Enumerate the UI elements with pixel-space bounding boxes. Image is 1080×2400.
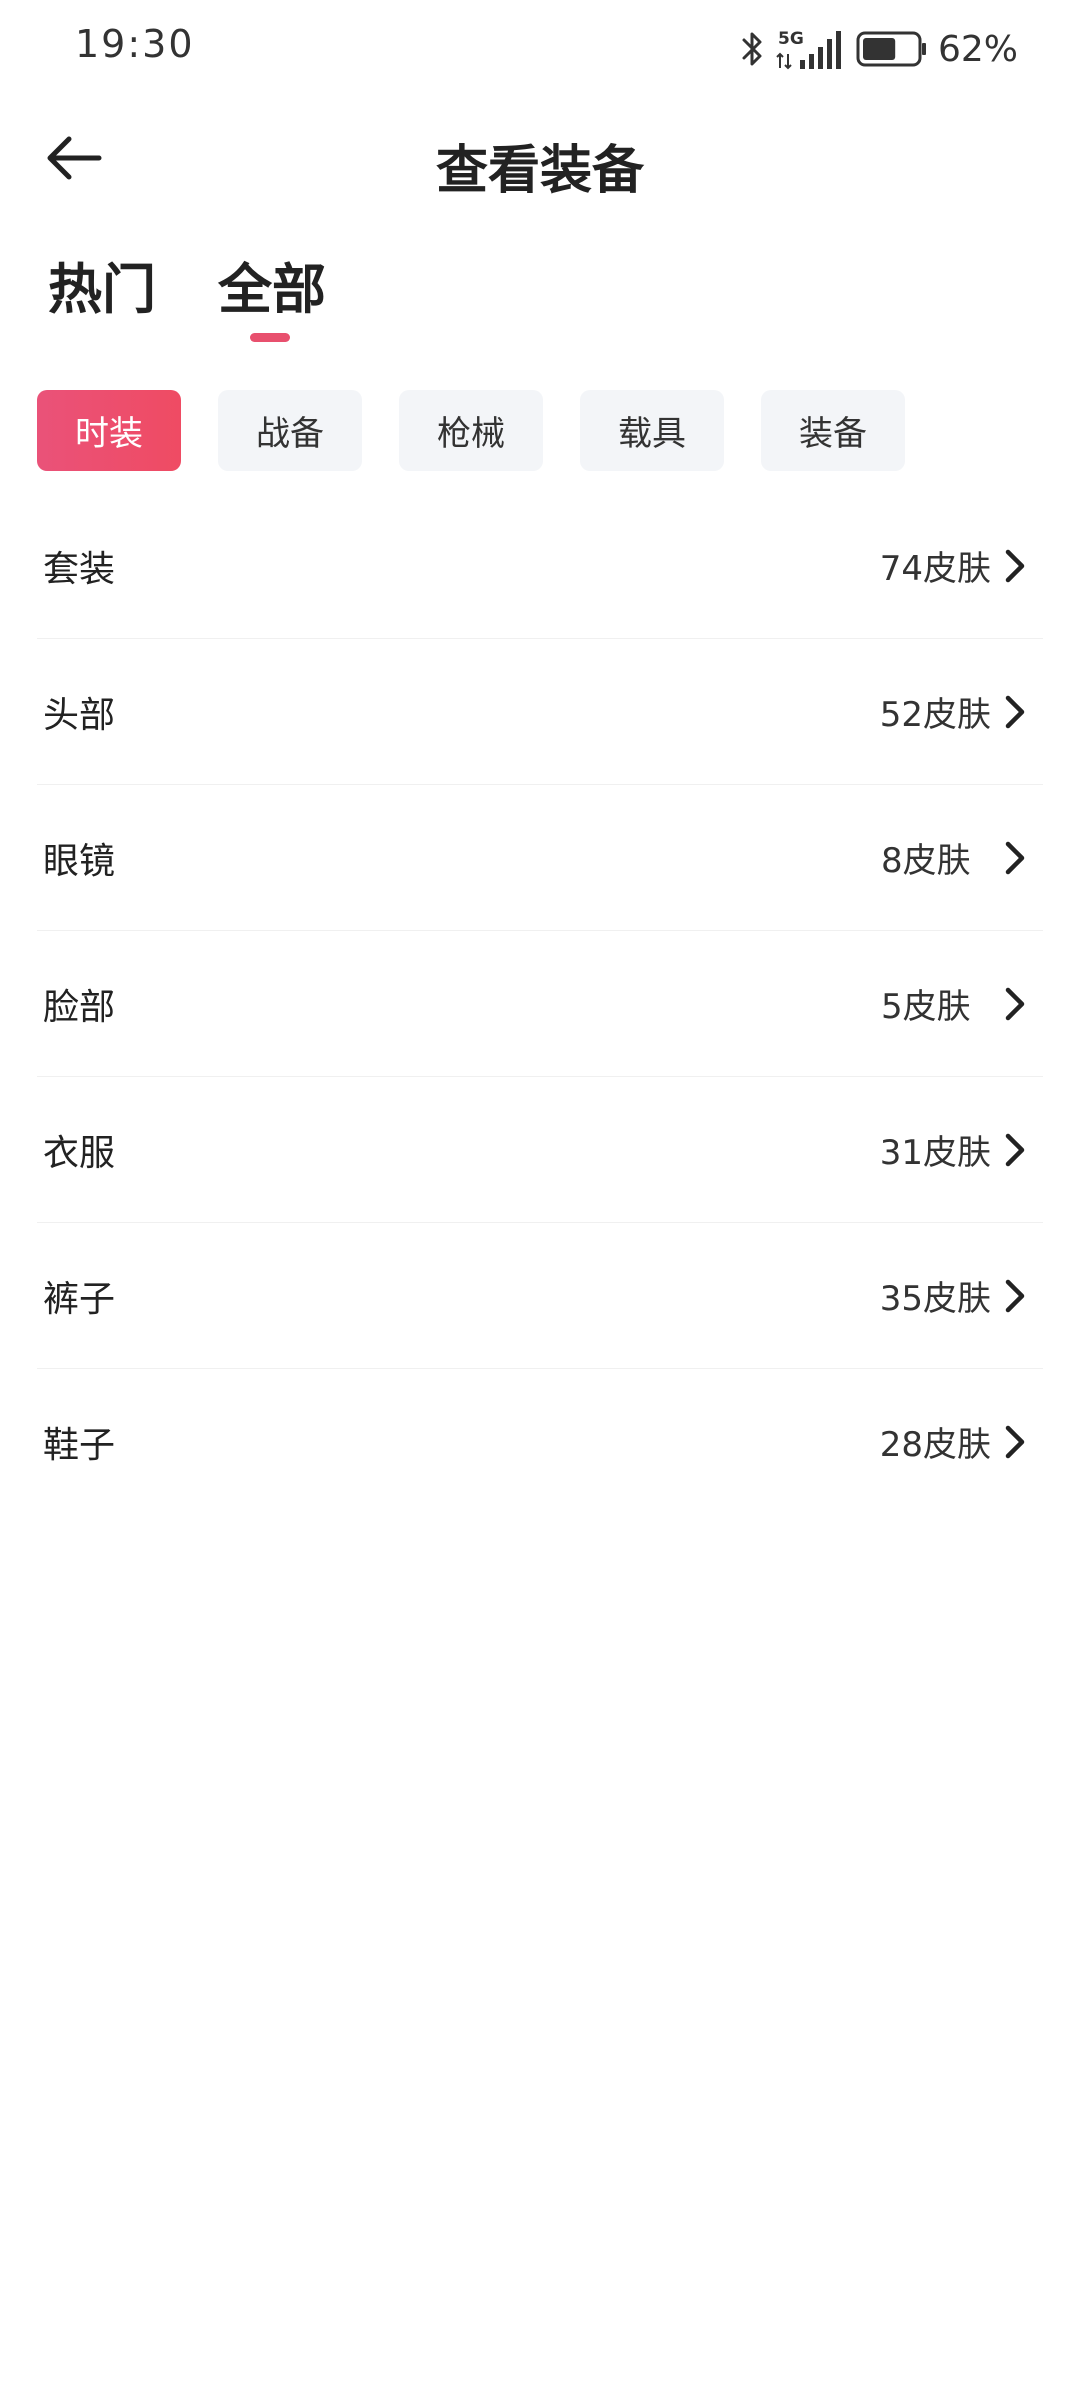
list-item-count: 8皮肤 [881, 841, 971, 881]
list-item-head[interactable]: 头部 52皮肤 [37, 639, 1043, 785]
list-item-count: 35皮肤 [879, 1279, 991, 1319]
battery-icon [856, 29, 928, 69]
main-tabs: 热门 全部 [0, 245, 1080, 355]
chevron-right-icon [1001, 1422, 1029, 1462]
tab-all[interactable]: 全部 [218, 245, 326, 324]
battery-level-fill [862, 38, 896, 60]
chevron-right-icon [1001, 1276, 1029, 1316]
bluetooth-icon [740, 29, 766, 69]
tab-hot[interactable]: 热门 [48, 245, 156, 324]
chip-equipment[interactable]: 装备 [761, 390, 905, 471]
page-title: 查看装备 [435, 141, 644, 201]
chevron-right-icon [1001, 838, 1029, 878]
list-item-label: 脸部 [43, 986, 116, 1028]
chip-guns[interactable]: 枪械 [399, 390, 543, 471]
signal-icon: 5G [776, 27, 846, 71]
status-time: 19:30 [75, 22, 195, 66]
chevron-right-icon [1001, 546, 1029, 586]
list-item-count: 52皮肤 [879, 695, 991, 735]
category-chips: 时装 战备 枪械 载具 装备 [37, 390, 905, 471]
chevron-right-icon [1001, 984, 1029, 1024]
chevron-right-icon [1001, 1130, 1029, 1170]
chevron-right-icon [1001, 692, 1029, 732]
list-item-label: 裤子 [43, 1278, 116, 1320]
list-item-clothes[interactable]: 衣服 31皮肤 [37, 1077, 1043, 1223]
list-item-shoes[interactable]: 鞋子 28皮肤 [37, 1369, 1043, 1514]
header: 查看装备 [0, 110, 1080, 210]
list-item-outfit[interactable]: 套装 74皮肤 [37, 493, 1043, 639]
chip-battle-gear[interactable]: 战备 [218, 390, 362, 471]
status-bar: 19:30 5G 62% [0, 0, 1080, 100]
chip-vehicles[interactable]: 载具 [580, 390, 724, 471]
list-item-label: 鞋子 [43, 1424, 116, 1466]
status-icons: 5G 62% [740, 26, 1018, 72]
list-item-pants[interactable]: 裤子 35皮肤 [37, 1223, 1043, 1369]
list-item-face[interactable]: 脸部 5皮肤 [37, 931, 1043, 1077]
list-item-label: 套装 [43, 548, 116, 590]
battery-percent: 62% [937, 28, 1018, 70]
list-item-count: 74皮肤 [879, 549, 991, 589]
list-item-count: 28皮肤 [879, 1425, 991, 1465]
list-item-label: 头部 [43, 694, 116, 736]
list-item-label: 衣服 [43, 1132, 116, 1174]
list-item-glasses[interactable]: 眼镜 8皮肤 [37, 785, 1043, 931]
network-type-label: 5G [778, 29, 804, 49]
chip-fashion[interactable]: 时装 [37, 390, 181, 471]
list-item-count: 5皮肤 [881, 987, 971, 1027]
list-item-label: 眼镜 [43, 840, 116, 882]
tab-indicator [250, 333, 290, 342]
list-item-count: 31皮肤 [879, 1133, 991, 1173]
equipment-list: 套装 74皮肤 头部 52皮肤 眼镜 8皮肤 脸部 5皮肤 衣服 31皮肤 裤子… [37, 493, 1043, 1514]
